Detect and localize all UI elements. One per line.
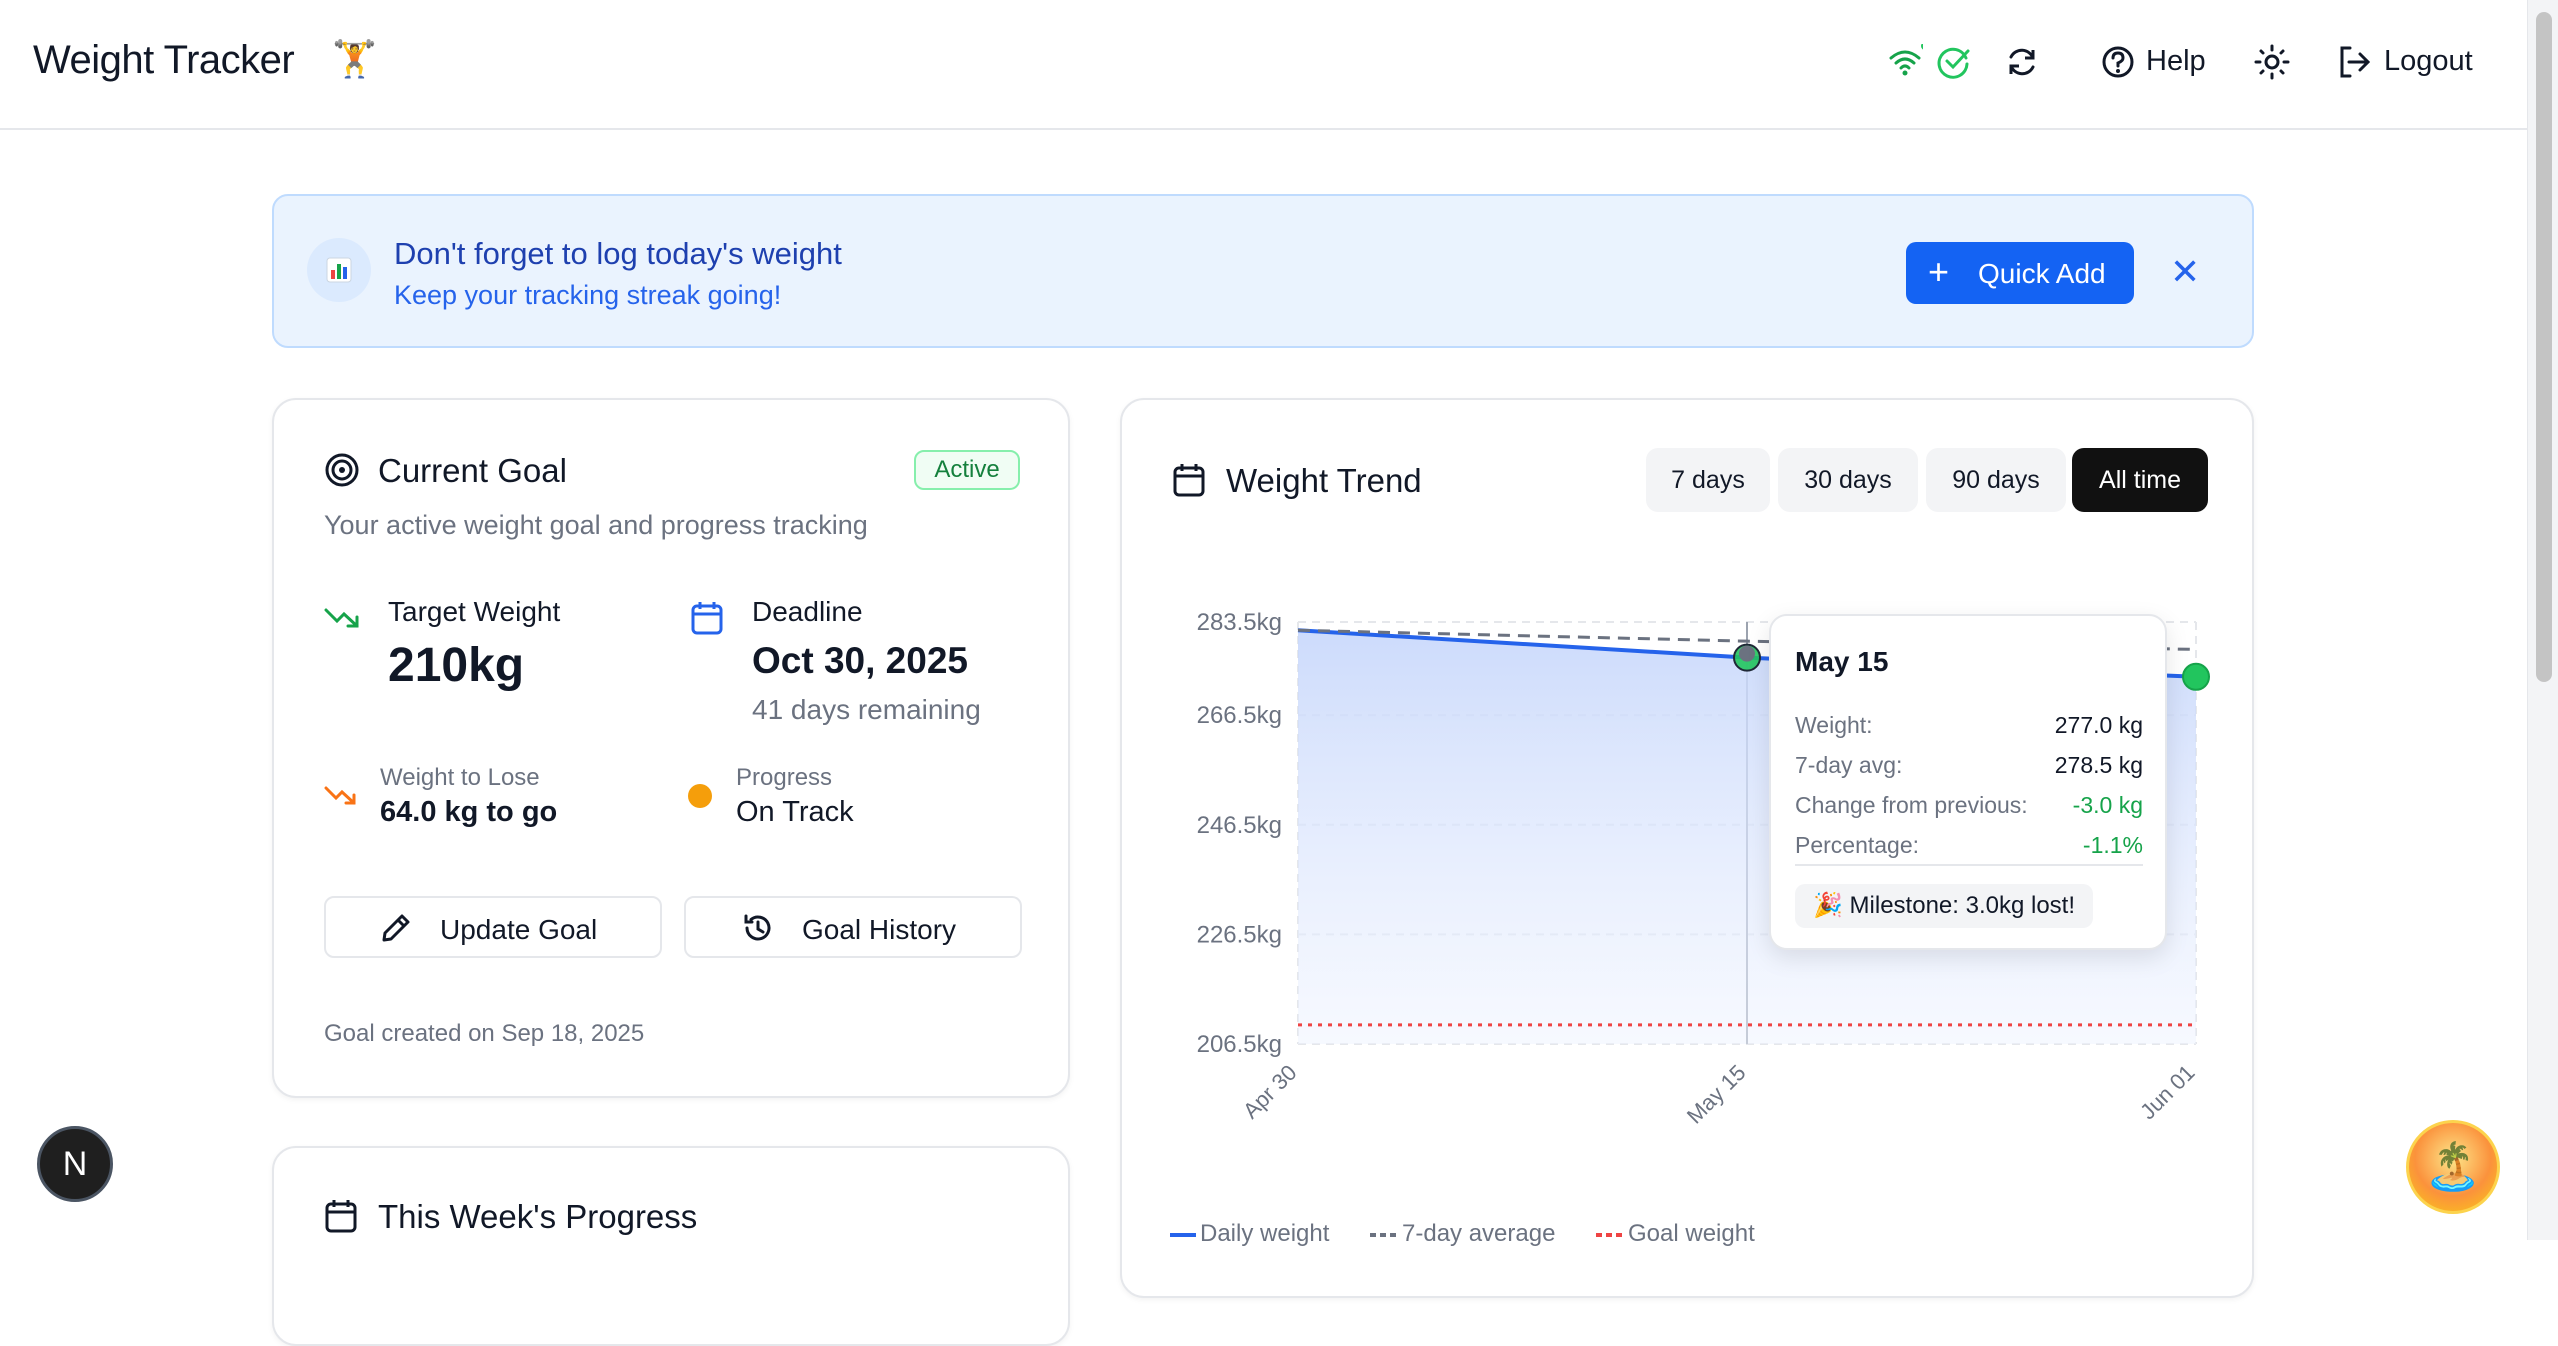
tooltip-row-value: 277.0 kg — [2054, 712, 2143, 738]
tooltip-row-label: Change from previous: — [1795, 792, 2028, 818]
tooltip-row-label: Weight: — [1795, 712, 1873, 738]
nextjs-dev-button[interactable]: N — [37, 1126, 113, 1202]
beach-avatar-icon[interactable]: 🏝️ — [2406, 1120, 2500, 1214]
legend-swatch-daily — [1170, 1233, 1196, 1237]
y-tick-label: 226.5kg — [1197, 921, 1282, 948]
active-average-point — [1739, 645, 1755, 662]
legend-daily-weight: Daily weight — [1200, 1220, 1330, 1247]
tooltip-divider — [1795, 864, 2143, 866]
tooltip-row-label: 7-day avg: — [1795, 752, 1903, 778]
legend-swatch-goal — [1596, 1233, 1622, 1237]
legend-goal-weight: Goal weight — [1628, 1220, 1755, 1247]
y-tick-label: 266.5kg — [1197, 702, 1282, 729]
y-tick-label: 246.5kg — [1197, 812, 1282, 839]
x-tick-label: Apr 30 — [1238, 1060, 1302, 1124]
tooltip-row-value: -3.0 kg — [2072, 792, 2143, 818]
tooltip-row-value: -1.1% — [2082, 832, 2143, 858]
weight-trend-chart: 283.5kg 266.5kg 246.5kg 226.5kg 206.5kg Apr … — [1197, 609, 2210, 1129]
x-tick-label: Jun 01 — [2135, 1060, 2199, 1124]
legend-7-day-average: 7-day average — [1402, 1220, 1556, 1247]
tooltip-date: May 15 — [1795, 646, 1889, 677]
y-tick-label: 206.5kg — [1197, 1031, 1282, 1058]
milestone-badge: 🎉 Milestone: 3.0kg lost! — [1795, 884, 2093, 928]
y-tick-label: 283.5kg — [1197, 609, 1282, 636]
legend-swatch-average — [1370, 1233, 1396, 1237]
tooltip-row-label: Percentage: — [1795, 832, 1920, 858]
x-tick-label: May 15 — [1682, 1060, 1751, 1129]
tooltip-row-value: 278.5 kg — [2054, 752, 2143, 778]
chart-tooltip: May 15 Weight: 277.0 kg 7-day avg: 278.5… — [1769, 614, 2167, 950]
last-data-point — [2182, 662, 2210, 691]
